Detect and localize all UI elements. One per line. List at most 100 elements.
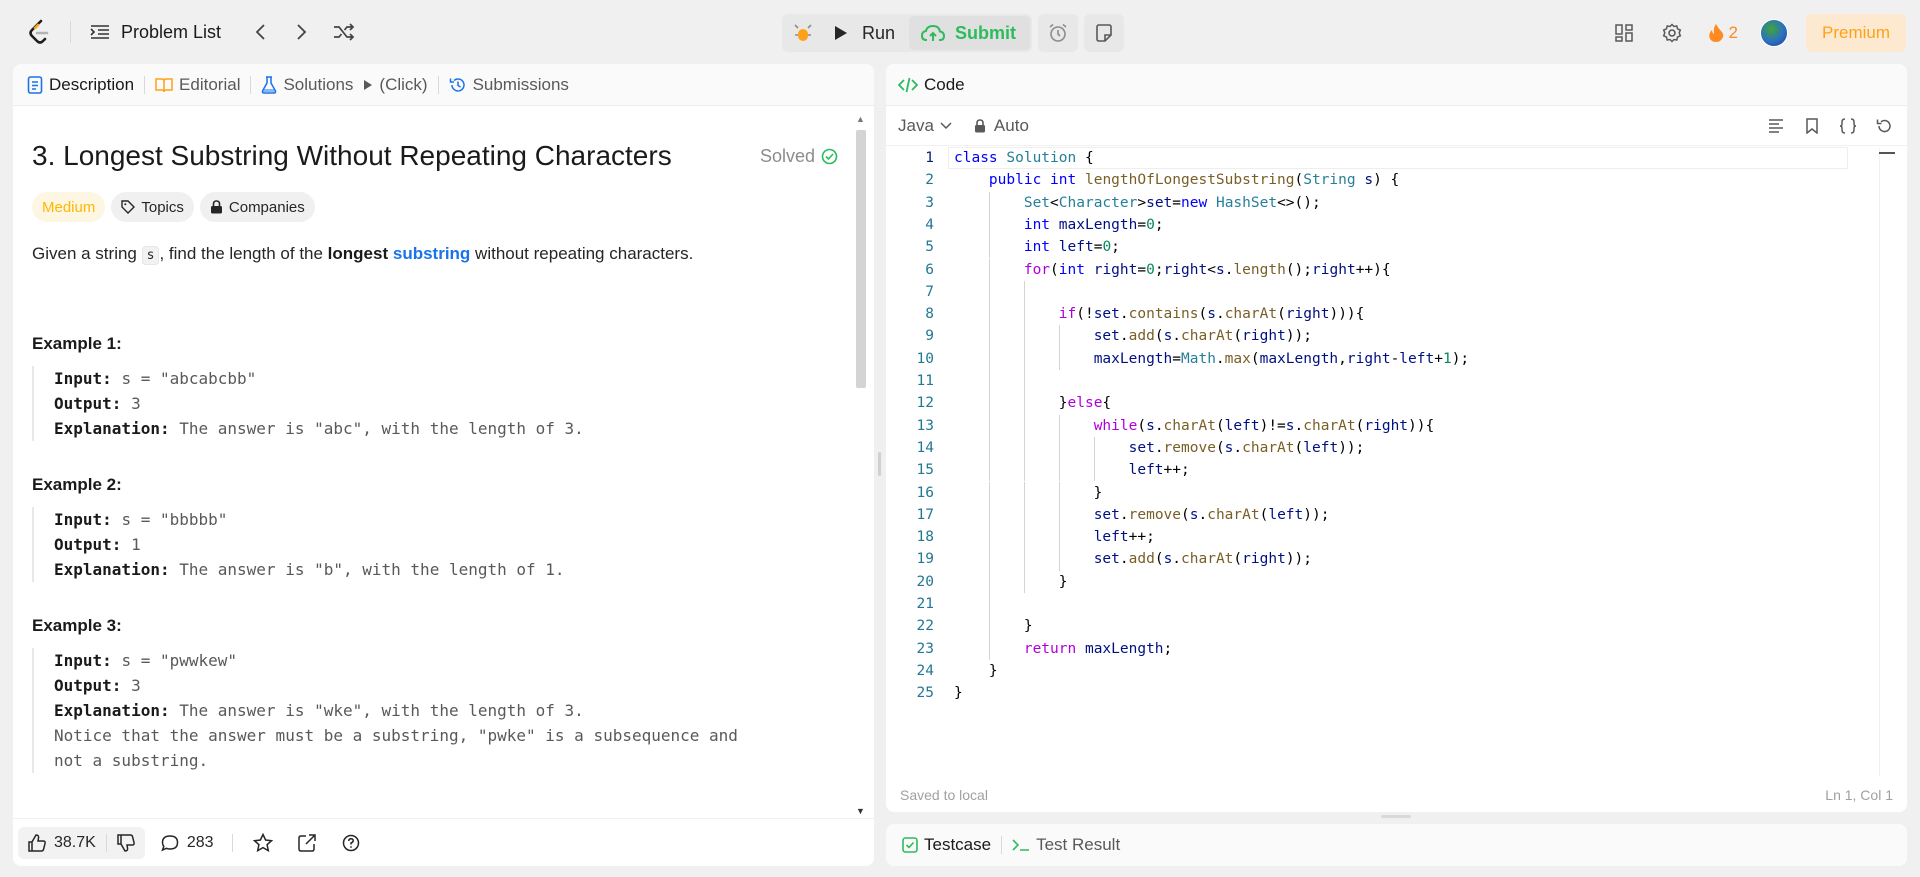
next-problem-icon[interactable] xyxy=(287,17,317,47)
tab-code[interactable]: Code xyxy=(898,64,965,106)
debug-icon[interactable] xyxy=(784,16,822,50)
code-text: while(s.charAt(left)!=s.charAt(right)){ xyxy=(1093,417,1435,434)
braces-icon[interactable] xyxy=(1833,111,1863,141)
line-number: 17 xyxy=(916,506,934,523)
example-1-title: Example 1: xyxy=(32,334,122,353)
code-line[interactable]: 19 set.add(s.charAt(right)); xyxy=(886,548,1886,570)
code-line[interactable]: 9 set.add(s.charAt(right)); xyxy=(886,325,1886,347)
explanation-label: Explanation: xyxy=(54,560,170,579)
companies-label: Companies xyxy=(228,198,305,216)
panel-resize-handle[interactable] xyxy=(878,452,881,476)
tab-submissions[interactable]: Submissions xyxy=(449,64,569,106)
help-question-icon[interactable] xyxy=(337,829,365,857)
comments-button[interactable]: 283 xyxy=(161,834,214,852)
format-lines-icon[interactable] xyxy=(1761,111,1791,141)
code-line[interactable]: 17 set.remove(s.charAt(left)); xyxy=(886,504,1886,526)
code-line[interactable]: 14 set.remove(s.charAt(left)); xyxy=(886,437,1886,459)
layout-grid-icon[interactable] xyxy=(1606,15,1642,51)
checkbox-icon xyxy=(902,837,918,853)
description-footer: 38.7K 283 xyxy=(13,818,874,866)
tab-editorial[interactable]: Editorial xyxy=(155,64,240,106)
submit-button[interactable]: Submit xyxy=(909,16,1031,50)
code-line[interactable]: 8 if(!set.contains(s.charAt(right))){ xyxy=(886,303,1886,325)
prev-problem-icon[interactable] xyxy=(245,17,275,47)
description-scroll-thumb[interactable] xyxy=(856,130,866,388)
code-text: set.add(s.charAt(right)); xyxy=(1093,551,1313,568)
dislike-button[interactable] xyxy=(107,827,145,859)
code-line[interactable]: 13 while(s.charAt(left)!=s.charAt(right)… xyxy=(886,415,1886,437)
bottom-tabbar: Testcase Test Result xyxy=(886,824,1907,866)
line-number: 11 xyxy=(916,373,934,389)
line-number: 9 xyxy=(925,328,934,345)
code-line[interactable]: 5 int left=0; xyxy=(886,236,1886,258)
code-line[interactable]: 25} xyxy=(886,682,1886,704)
indent-guide xyxy=(1024,436,1025,460)
leetcode-logo-icon[interactable] xyxy=(22,15,56,49)
indent-guide xyxy=(989,213,990,237)
code-line[interactable]: 18 left++; xyxy=(886,526,1886,548)
vertical-resize-handle[interactable] xyxy=(1381,815,1411,818)
premium-button[interactable]: Premium xyxy=(1805,14,1906,52)
shuffle-icon[interactable] xyxy=(329,17,359,47)
language-select[interactable]: Java xyxy=(898,116,952,136)
tab-testcase[interactable]: Testcase xyxy=(902,824,991,866)
share-external-icon[interactable] xyxy=(293,829,321,857)
tab-description[interactable]: Description xyxy=(27,64,134,106)
editor-scrollbar[interactable] xyxy=(1879,148,1895,776)
auto-mode[interactable]: Auto xyxy=(974,116,1029,136)
tab-click[interactable]: (Click) xyxy=(363,64,428,106)
comment-icon xyxy=(161,834,179,851)
code-line[interactable]: 23 return maxLength; xyxy=(886,638,1886,660)
example-output: 1 xyxy=(131,535,141,554)
code-line[interactable]: 21 xyxy=(886,593,1886,615)
code-line[interactable]: 12 }else{ xyxy=(886,392,1886,414)
indent-guide xyxy=(989,303,990,326)
code-editor[interactable]: 1 class Solution {2 public int lengthOfLo… xyxy=(886,147,1907,777)
tag-icon xyxy=(121,200,136,214)
nav-right: 2 Premium xyxy=(1594,14,1906,52)
code-line[interactable]: 2 public int lengthOfLongestSubstring(St… xyxy=(886,169,1886,191)
code-line[interactable]: 7 xyxy=(886,281,1886,303)
code-line[interactable]: 24 } xyxy=(886,660,1886,682)
indent-guide xyxy=(989,548,990,571)
indent-guide xyxy=(1059,459,1060,482)
code-line[interactable]: 11 xyxy=(886,370,1886,392)
cloud-upload-icon xyxy=(921,24,946,41)
thumbs-up-icon xyxy=(28,833,46,852)
problem-list-link[interactable]: Problem List xyxy=(121,22,221,43)
companies-tag[interactable]: Companies xyxy=(199,192,315,222)
code-line[interactable]: 15 left++; xyxy=(886,459,1886,481)
code-line[interactable]: 20 } xyxy=(886,571,1886,593)
scroll-up-arrow-icon[interactable]: ▲ xyxy=(856,114,865,124)
bookmark-icon[interactable] xyxy=(1797,111,1827,141)
code-line[interactable]: 10 maxLength=Math.max(maxLength,right-le… xyxy=(886,348,1886,370)
code-line[interactable]: 16 } xyxy=(886,482,1886,504)
streak-counter[interactable]: 2 xyxy=(1708,23,1738,43)
code-line[interactable]: 4 int maxLength=0; xyxy=(886,214,1886,236)
user-avatar[interactable] xyxy=(1759,19,1788,47)
line-number: 12 xyxy=(916,395,934,412)
terminal-icon xyxy=(1012,839,1030,851)
list-indent-icon[interactable] xyxy=(89,21,111,43)
substring-link[interactable]: substring xyxy=(393,244,470,263)
settings-gear-icon[interactable] xyxy=(1654,15,1690,51)
tab-test-result[interactable]: Test Result xyxy=(1012,824,1120,866)
scroll-down-arrow-icon[interactable]: ▼ xyxy=(856,806,865,816)
indent-guide xyxy=(1024,303,1025,326)
like-button[interactable]: 38.7K xyxy=(18,827,106,859)
code-line[interactable]: 6 for(int right=0;right<s.length();right… xyxy=(886,259,1886,281)
editor-cursor-marker xyxy=(1879,152,1895,154)
star-icon[interactable] xyxy=(249,829,277,857)
code-line[interactable]: 1 class Solution { xyxy=(886,147,1886,169)
tab-solutions[interactable]: Solutions xyxy=(261,64,353,106)
code-line[interactable]: 22 } xyxy=(886,615,1886,637)
note-icon[interactable] xyxy=(1084,14,1125,52)
line-number: 2 xyxy=(925,172,934,189)
alarm-clock-icon[interactable] xyxy=(1038,14,1079,52)
line-number: 22 xyxy=(916,618,934,635)
reset-icon[interactable] xyxy=(1869,111,1899,141)
run-button[interactable]: Run xyxy=(822,16,909,50)
topics-tag[interactable]: Topics xyxy=(111,192,194,222)
indent-guide xyxy=(1024,347,1025,370)
code-line[interactable]: 3 Set<Character>set=new HashSet<>(); xyxy=(886,192,1886,214)
